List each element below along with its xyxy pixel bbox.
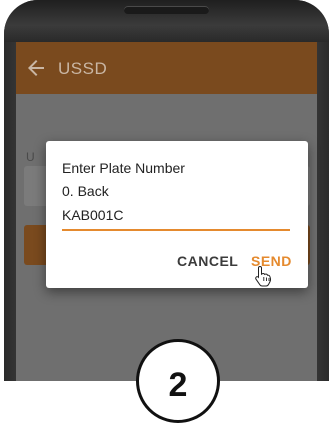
step-number-badge: 2: [136, 339, 220, 423]
ussd-response-input[interactable]: KAB001C: [62, 207, 290, 231]
phone-top-bezel: [4, 0, 329, 42]
dialog-message-line-1: Enter Plate Number: [62, 160, 185, 176]
step-number: 2: [168, 366, 188, 404]
phone-frame: USSD U Enter Plate Number 0. Back KAB001…: [4, 0, 329, 381]
hand-cursor-icon: [255, 265, 272, 287]
app-bar-title: USSD: [58, 59, 108, 78]
dialog-message-line-2: 0. Back: [62, 183, 109, 199]
cancel-button[interactable]: CANCEL: [177, 253, 238, 269]
speaker-grille: [124, 6, 209, 14]
app-bar: USSD: [16, 42, 317, 94]
ussd-dialog: Enter Plate Number 0. Back KAB001C CANCE…: [46, 141, 308, 288]
background-field-label: U: [26, 150, 35, 164]
arrow-left-icon[interactable]: [24, 56, 48, 80]
